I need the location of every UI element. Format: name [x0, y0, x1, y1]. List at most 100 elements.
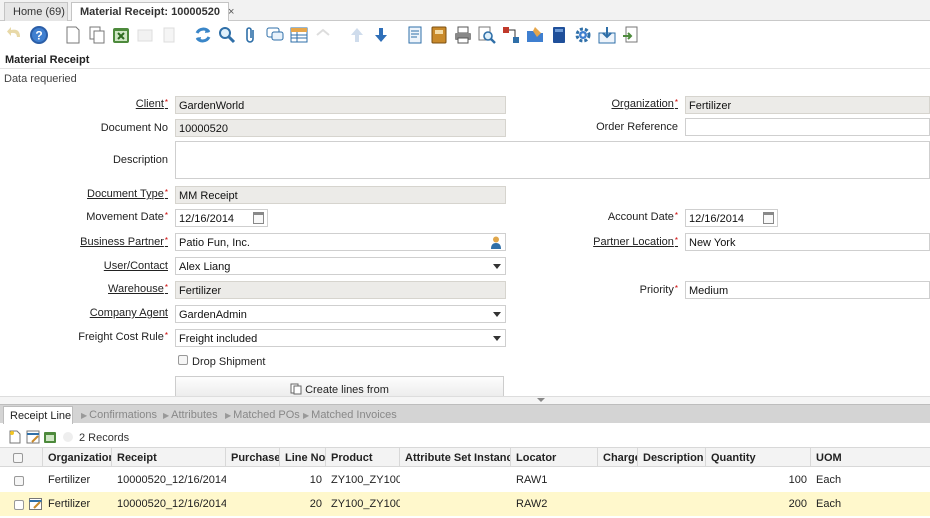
client-field[interactable]: GardenWorld [175, 96, 506, 114]
copy-record-icon[interactable] [86, 24, 108, 46]
select-all-checkbox[interactable] [13, 453, 23, 463]
toolbar: ? [0, 21, 930, 49]
new-record-icon[interactable] [62, 24, 84, 46]
company-agent-label: Company Agent [89, 307, 168, 319]
cell-locator: RAW1 [516, 474, 548, 486]
cell-description [638, 468, 706, 492]
tab-bar: Home (69) Material Receipt: 10000520 × [0, 0, 930, 22]
drop-shipment-checkbox[interactable] [178, 355, 188, 365]
column-header-receipt[interactable]: Receipt [112, 447, 226, 467]
column-header-purchase[interactable]: Purchase C [226, 447, 280, 467]
help-icon[interactable]: ? [28, 24, 50, 46]
tab-confirmations-label: Confirmations [89, 409, 158, 421]
column-header-product[interactable]: Product [326, 447, 400, 467]
save-icon[interactable] [134, 24, 156, 46]
tab-matched-invoices[interactable]: ▶ Matched Invoices [297, 406, 397, 424]
refresh-icon[interactable] [192, 24, 214, 46]
archive-icon[interactable] [428, 24, 450, 46]
column-header-description[interactable]: Description [638, 447, 706, 467]
select-all-header [0, 447, 43, 467]
tab-material-receipt[interactable]: Material Receipt: 10000520 × [71, 2, 234, 22]
end-icon[interactable] [620, 24, 642, 46]
movement-date-field[interactable]: 12/16/2014 [175, 209, 268, 227]
row-checkbox[interactable] [14, 476, 24, 486]
new-line-icon[interactable] [8, 430, 22, 444]
grid-toggle-icon[interactable] [288, 24, 310, 46]
column-header-line-no[interactable]: Line No [280, 447, 326, 467]
undo-icon[interactable] [4, 24, 26, 46]
create-lines-from-button[interactable]: Create lines from [175, 376, 504, 398]
cell-receipt: 10000520_12/16/2014 [117, 474, 226, 486]
next-record-icon[interactable] [370, 24, 392, 46]
freight-cost-rule-label: Freight Cost Rule* [78, 331, 168, 343]
previous-record-icon[interactable] [346, 24, 368, 46]
request-icon[interactable] [524, 24, 546, 46]
user-contact-value: Alex Liang [179, 261, 231, 273]
priority-select[interactable]: Medium [685, 281, 930, 299]
freight-cost-rule-select[interactable]: Freight included [175, 329, 506, 347]
tab-attributes[interactable]: ▶ Attributes [157, 406, 218, 424]
document-type-field[interactable]: MM Receipt [175, 186, 506, 204]
settings-icon[interactable] [572, 24, 594, 46]
document-no-field[interactable]: 10000520 [175, 119, 506, 137]
report-icon[interactable] [404, 24, 426, 46]
partner-location-field[interactable]: New York [685, 233, 930, 251]
table-row[interactable]: Fertilizer 10000520_12/16/2014 10 ZY100_… [0, 468, 930, 492]
organization-field[interactable]: Fertilizer [685, 96, 930, 114]
close-icon[interactable]: × [228, 6, 234, 18]
tab-home[interactable]: Home (69) [4, 2, 68, 21]
print-icon[interactable] [452, 24, 474, 46]
product-info-icon[interactable] [548, 24, 570, 46]
row-checkbox[interactable] [14, 500, 24, 510]
column-header-organization[interactable]: Organization [43, 447, 112, 467]
column-header-locator[interactable]: Locator [511, 447, 598, 467]
edit-row-icon[interactable] [29, 498, 42, 510]
column-header-charge[interactable]: Charge [598, 447, 638, 467]
person-icon[interactable] [490, 236, 502, 249]
save-line-icon[interactable] [61, 430, 75, 444]
user-contact-select[interactable]: Alex Liang [175, 257, 506, 275]
export-icon[interactable] [596, 24, 618, 46]
cell-asi [400, 468, 511, 492]
tab-home-label: Home (69) [13, 6, 65, 18]
zoom-across-icon[interactable] [476, 24, 498, 46]
tab-receipt-line[interactable]: Receipt Line [3, 406, 73, 424]
tab-material-receipt-label: Material Receipt: 10000520 [80, 6, 221, 18]
warehouse-field[interactable]: Fertilizer [175, 281, 506, 299]
cell-line-no: 20 [309, 498, 322, 510]
order-reference-field[interactable] [685, 118, 930, 136]
delete-record-icon[interactable] [110, 24, 132, 46]
delete-selection-icon[interactable] [158, 24, 180, 46]
cell-quantity: 200 [788, 498, 807, 510]
user-contact-label: User/Contact [103, 260, 168, 272]
description-field[interactable] [175, 141, 930, 179]
splitter[interactable] [0, 396, 930, 404]
company-agent-select[interactable]: GardenAdmin [175, 305, 506, 323]
attachment-icon[interactable] [240, 24, 262, 46]
cell-receipt: 10000520_12/16/2014 [117, 498, 226, 510]
drop-shipment-label: Drop Shipment [192, 356, 266, 368]
find-icon[interactable] [216, 24, 238, 46]
chevron-down-icon[interactable] [537, 398, 545, 402]
business-partner-value: Patio Fun, Inc. [179, 237, 250, 249]
cell-product: ZY100_ZY100 [331, 474, 400, 486]
calendar-icon[interactable] [253, 212, 264, 224]
svg-text:?: ? [35, 29, 42, 43]
history-icon[interactable] [312, 24, 334, 46]
tab-matched-pos[interactable]: ▶ Matched POs [219, 406, 300, 424]
tab-confirmations[interactable]: ▶ Confirmations [75, 406, 158, 424]
column-header-uom[interactable]: UOM [811, 447, 930, 467]
table-row[interactable]: Fertilizer 10000520_12/16/2014 20 ZY100_… [0, 492, 930, 516]
calendar-icon[interactable] [763, 212, 774, 224]
edit-line-icon[interactable] [26, 430, 40, 444]
account-date-field[interactable]: 12/16/2014 [685, 209, 778, 227]
column-header-attribute-set-instance[interactable]: Attribute Set Instance [400, 447, 511, 467]
workflow-icon[interactable] [500, 24, 522, 46]
delete-line-icon[interactable] [43, 430, 57, 444]
column-header-quantity[interactable]: Quantity [706, 447, 811, 467]
chevron-down-icon [493, 312, 501, 317]
business-partner-field[interactable]: Patio Fun, Inc. [175, 233, 506, 251]
chat-icon[interactable] [264, 24, 286, 46]
cell-organization: Fertilizer [48, 498, 91, 510]
movement-date-value: 12/16/2014 [179, 213, 235, 225]
